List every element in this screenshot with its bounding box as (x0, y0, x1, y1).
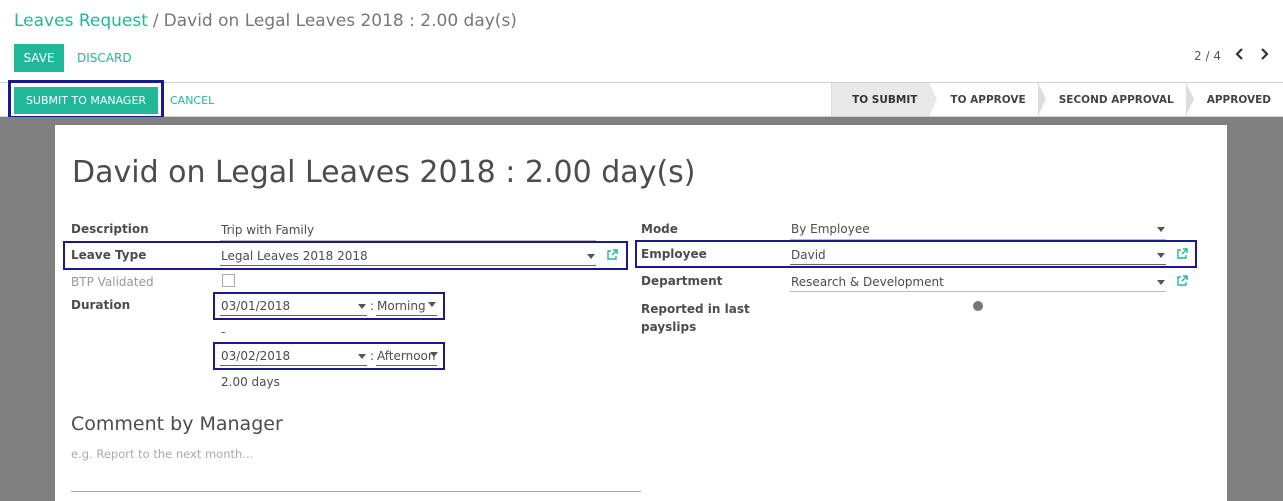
chevron-down-icon[interactable] (358, 304, 366, 309)
chevron-down-icon[interactable] (358, 354, 366, 359)
pager-value[interactable]: 2 / 4 (1194, 49, 1221, 63)
from-period-underline (376, 315, 437, 316)
stage-to-approve[interactable]: TO APPROVE (929, 83, 1047, 116)
department-underline (790, 291, 1166, 292)
employee-label: Employee (641, 247, 707, 261)
breadcrumb: Leaves Request / David on Legal Leaves 201… (14, 11, 517, 31)
chevron-left-icon[interactable] (1235, 48, 1245, 64)
chevron-down-icon[interactable] (428, 302, 436, 307)
statusbar: SUBMIT TO MANAGER CANCEL TO SUBMIT TO AP… (0, 80, 1283, 119)
btp-validated-label: BTP Validated (71, 275, 154, 289)
pager: 2 / 4 (1194, 48, 1269, 64)
chevron-right-icon[interactable] (1259, 48, 1269, 64)
comment-textarea[interactable] (71, 444, 641, 492)
save-button[interactable]: SAVE (14, 44, 64, 72)
stage-second-approval[interactable]: SECOND APPROVAL (1037, 83, 1194, 116)
department-select[interactable]: Research & Development (791, 275, 944, 289)
duration-label: Duration (71, 298, 131, 312)
leave-type-select[interactable]: Legal Leaves 2018 2018 (221, 249, 368, 263)
leave-type-label: Leave Type (71, 248, 147, 262)
from-period-select[interactable]: Morning (377, 299, 426, 313)
period-separator: : (370, 349, 375, 363)
employee-select[interactable]: David (791, 248, 826, 262)
date-to-input[interactable]: 03/02/2018 (221, 349, 290, 363)
period-separator: : (370, 299, 375, 313)
external-link-icon[interactable] (606, 249, 618, 261)
to-period-underline (376, 365, 437, 366)
mode-label: Mode (641, 222, 678, 236)
description-underline (220, 240, 596, 241)
breadcrumb-current: David on Legal Leaves 2018 : 2.00 day(s) (163, 11, 517, 31)
discard-button[interactable]: DISCARD (70, 44, 139, 72)
chevron-down-icon[interactable] (1157, 253, 1165, 258)
description-label: Description (71, 222, 149, 236)
external-link-icon[interactable] (1176, 248, 1188, 260)
chevron-down-icon[interactable] (587, 254, 595, 259)
breadcrumb-separator: / (152, 11, 159, 31)
chevron-down-icon[interactable] (1157, 280, 1165, 285)
stage-approved[interactable]: APPROVED (1185, 83, 1283, 116)
page-title: David on Legal Leaves 2018 : 2.00 day(s) (72, 155, 696, 190)
leave-type-underline (220, 265, 596, 266)
control-panel: Leaves Request / David on Legal Leaves 201… (0, 0, 1283, 83)
date-range-separator: - (221, 325, 226, 339)
date-from-underline (220, 315, 367, 316)
breadcrumb-parent-link[interactable]: Leaves Request (14, 11, 148, 31)
comment-section-title: Comment by Manager (71, 413, 283, 435)
chevron-down-icon[interactable] (1157, 227, 1165, 232)
external-link-icon[interactable] (1176, 275, 1188, 287)
description-field[interactable]: Trip with Family (221, 223, 314, 237)
reported-label: Reported in last payslips (641, 302, 750, 334)
stage-bar: TO SUBMIT TO APPROVE SECOND APPROVAL APP… (831, 83, 1283, 116)
reported-indicator (973, 301, 983, 311)
date-to-underline (220, 365, 367, 366)
submit-to-manager-button[interactable]: SUBMIT TO MANAGER (14, 87, 158, 114)
duration-days: 2.00 days (221, 375, 280, 389)
department-label: Department (641, 274, 723, 288)
to-period-select[interactable]: Afternoon (377, 349, 437, 363)
employee-underline (790, 264, 1166, 265)
date-from-input[interactable]: 03/01/2018 (221, 299, 290, 313)
mode-underline (790, 239, 1166, 240)
btp-validated-checkbox[interactable] (222, 274, 235, 287)
cancel-button[interactable]: CANCEL (170, 87, 214, 114)
mode-select[interactable]: By Employee (791, 222, 870, 236)
stage-to-submit[interactable]: TO SUBMIT (831, 83, 938, 116)
chevron-down-icon[interactable] (430, 352, 438, 357)
